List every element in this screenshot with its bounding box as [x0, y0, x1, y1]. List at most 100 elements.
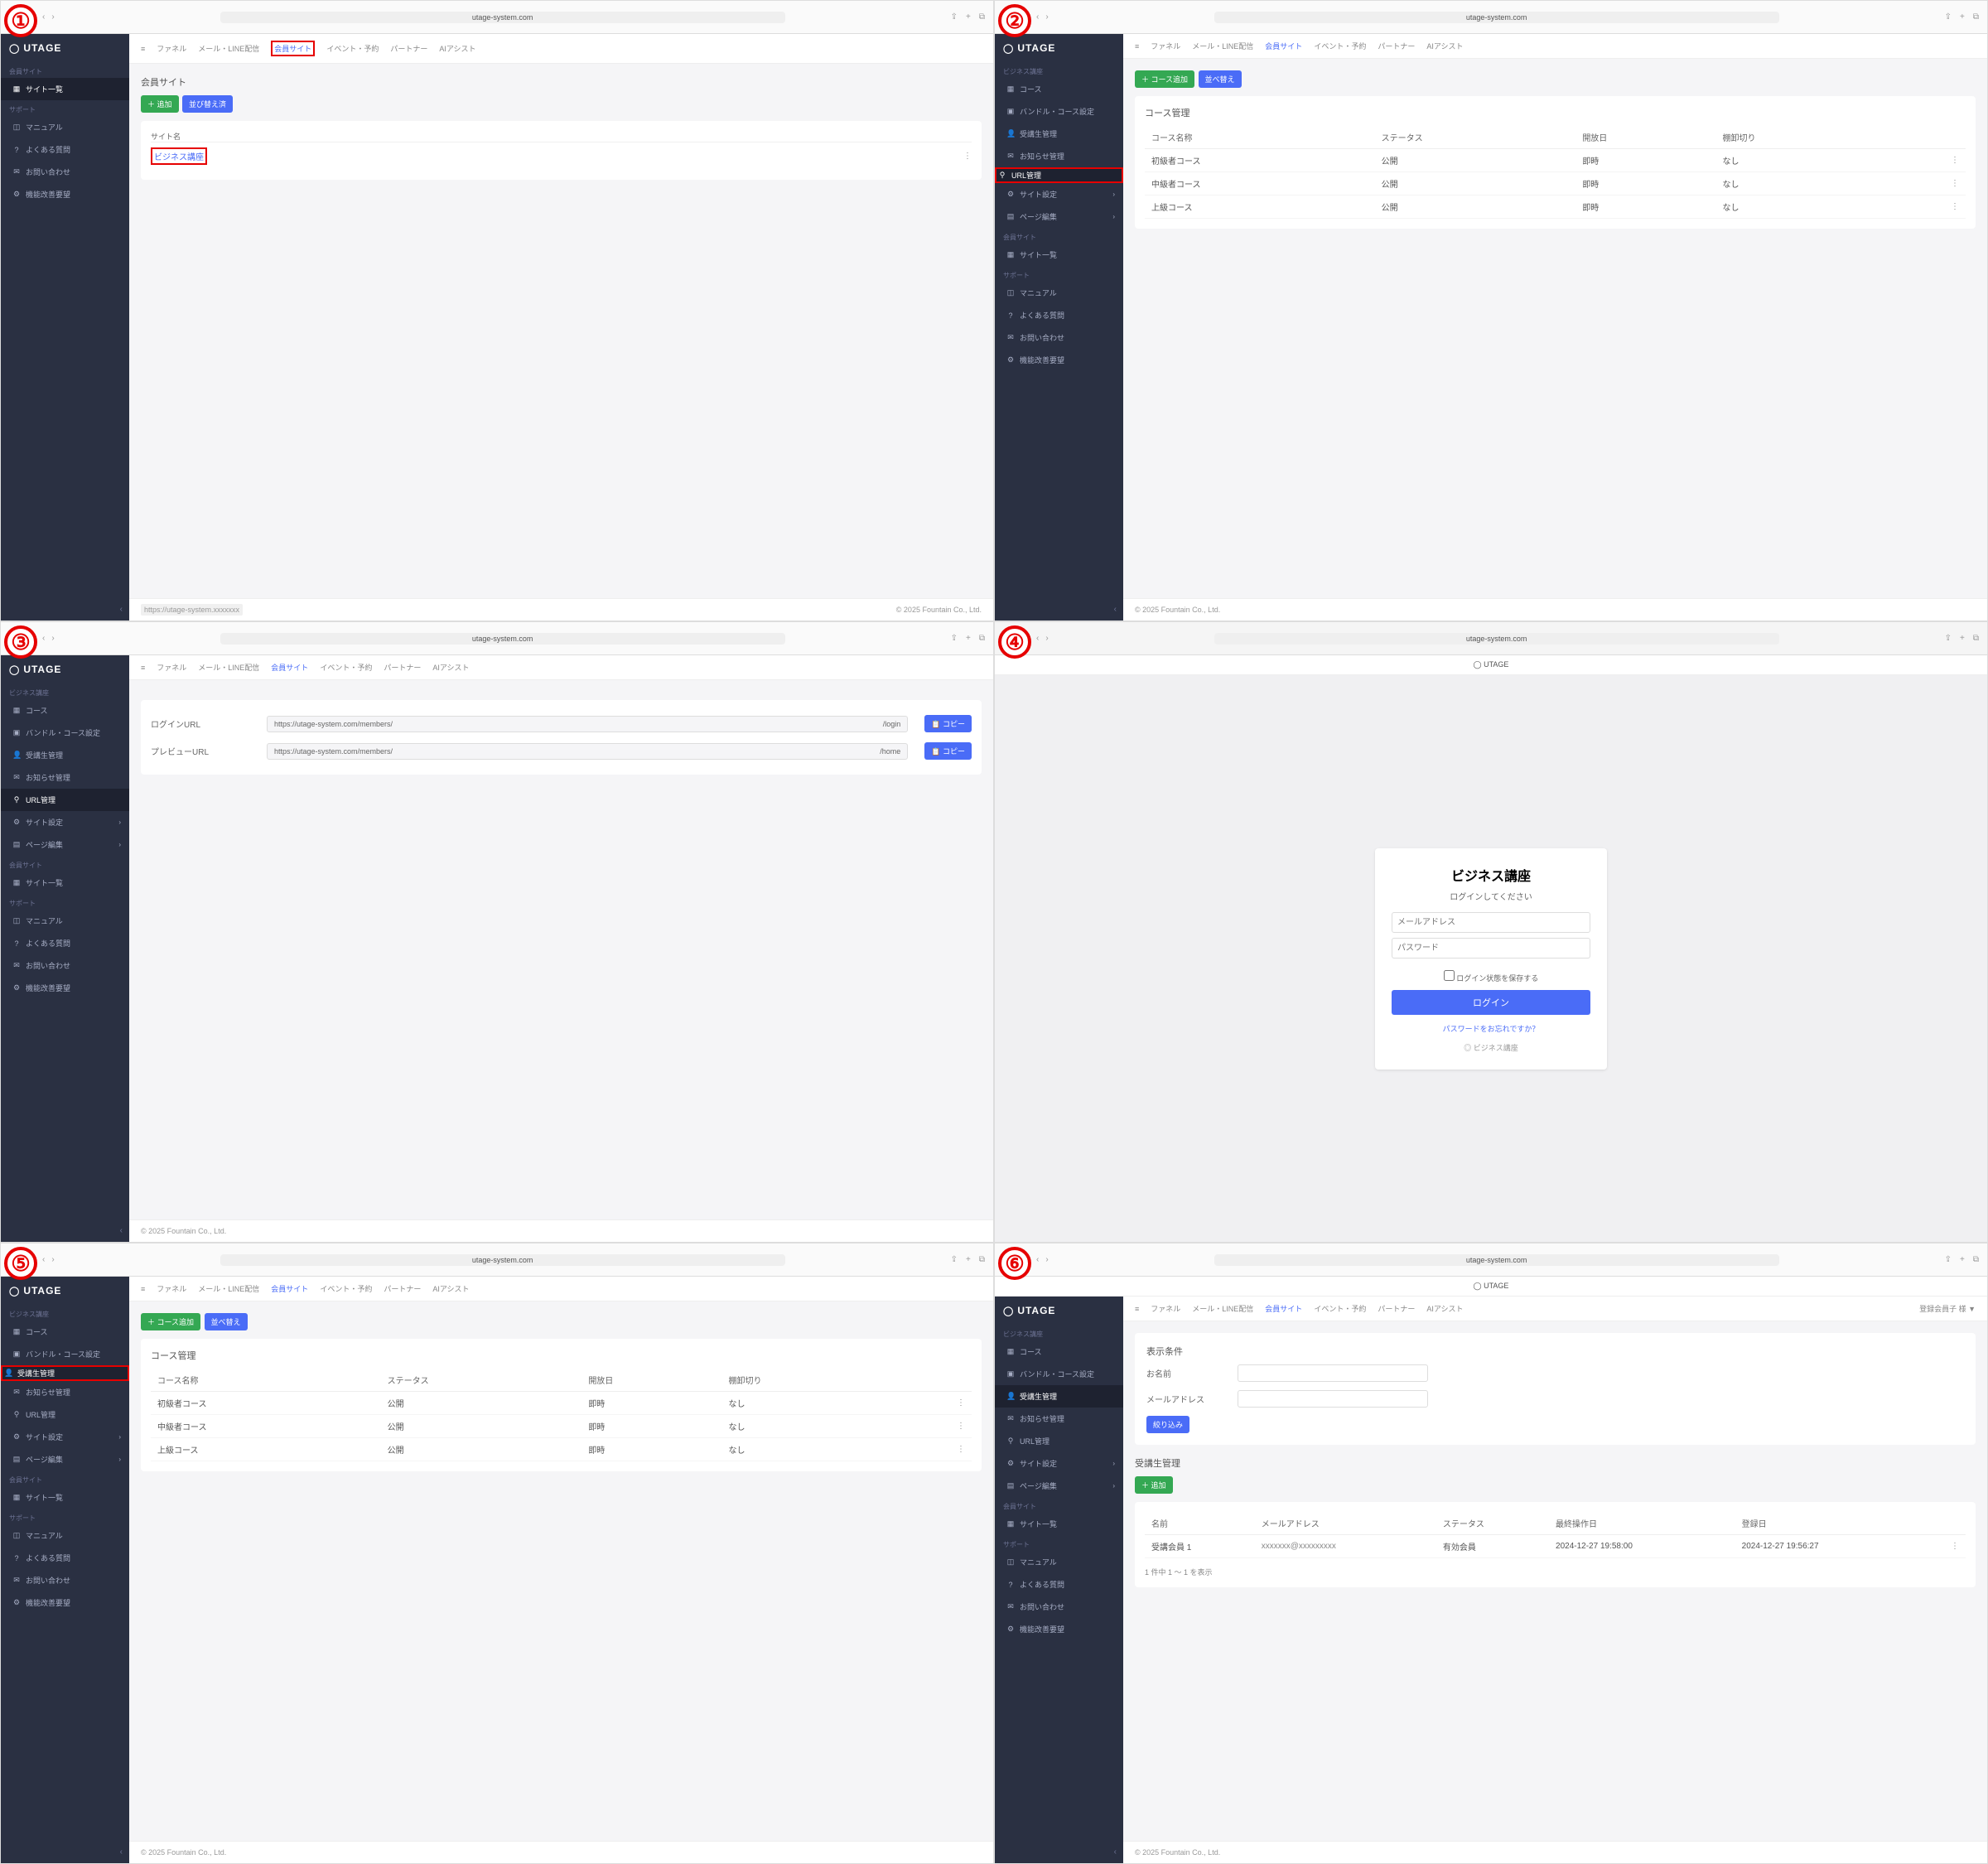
tab-member-site[interactable]: 会員サイト — [1265, 41, 1302, 51]
sidebar-item-feedback[interactable]: ⚙機能改善要望 — [995, 349, 1123, 371]
sidebar-item-site-list[interactable]: ▦サイト一覧 — [995, 1513, 1123, 1535]
table-row[interactable]: 初級者コース公開即時なし⋮ — [1145, 149, 1966, 172]
share-icon[interactable]: ⇪ — [1945, 634, 1952, 643]
tab-event[interactable]: イベント・予約 — [1314, 41, 1366, 51]
hamburger-icon[interactable]: ≡ — [141, 664, 145, 672]
browser-url[interactable]: utage-system.com — [1214, 633, 1779, 645]
sidebar-item-manual[interactable]: ◫マニュアル — [1, 910, 129, 932]
copy-button[interactable]: 📋 コピー — [924, 742, 972, 760]
sidebar-item-feedback[interactable]: ⚙機能改善要望 — [995, 1618, 1123, 1640]
search-button[interactable]: 絞り込み — [1146, 1416, 1189, 1433]
sidebar-item-bundle[interactable]: ▣バンドル・コース設定 — [995, 100, 1123, 123]
sidebar-item-site-settings[interactable]: ⚙サイト設定› — [995, 1452, 1123, 1475]
sidebar-collapse-icon[interactable]: ‹ — [995, 598, 1123, 621]
tab-ai[interactable]: AIアシスト — [432, 662, 469, 673]
preview-url-field[interactable]: https://utage-system.com/members//home — [267, 743, 908, 760]
site-link[interactable]: ビジネス講座 — [151, 147, 207, 165]
new-tab-icon[interactable]: + — [1960, 12, 1965, 22]
table-row[interactable]: 中級者コース公開即時なし⋮ — [151, 1415, 972, 1438]
sidebar-item-course[interactable]: ▦コース — [995, 78, 1123, 100]
tab-partner[interactable]: パートナー — [384, 1283, 421, 1294]
add-button[interactable]: ＋ 追加 — [141, 95, 179, 113]
tab-member-site[interactable]: 会員サイト — [271, 662, 308, 673]
more-icon[interactable]: ⋮ — [1886, 149, 1966, 172]
sidebar-item-site-list[interactable]: ▦サイト一覧 — [1, 872, 129, 894]
more-icon[interactable]: ⋮ — [892, 1415, 972, 1438]
tab-mail[interactable]: メール・LINE配信 — [198, 43, 259, 54]
tabs-icon[interactable]: ⧉ — [1973, 634, 1979, 643]
browser-url[interactable]: utage-system.com — [220, 12, 785, 23]
sidebar-item-contact[interactable]: ✉お問い合わせ — [1, 1569, 129, 1591]
sidebar-item-contact[interactable]: ✉お問い合わせ — [1, 954, 129, 977]
table-row[interactable]: 初級者コース公開即時なし⋮ — [151, 1392, 972, 1415]
tab-funnel[interactable]: ファネル — [1151, 41, 1180, 51]
sidebar-item-contact[interactable]: ✉お問い合わせ — [995, 1596, 1123, 1618]
browser-url[interactable]: utage-system.com — [1214, 1254, 1779, 1266]
sidebar-item-url[interactable]: ⚲URL管理 — [995, 1430, 1123, 1452]
sidebar-item-bundle[interactable]: ▣バンドル・コース設定 — [1, 1343, 129, 1365]
sidebar-item-site-list[interactable]: ▦サイト一覧 — [1, 78, 129, 100]
nav-back-icon[interactable]: ‹ — [42, 12, 45, 22]
sidebar-item-notice[interactable]: ✉お知らせ管理 — [1, 766, 129, 789]
nav-forward-icon[interactable]: › — [1045, 1255, 1048, 1264]
more-icon[interactable]: ⋮ — [963, 152, 972, 161]
tab-partner[interactable]: パートナー — [384, 662, 421, 673]
tabs-icon[interactable]: ⧉ — [1973, 12, 1979, 22]
tabs-icon[interactable]: ⧉ — [979, 12, 985, 22]
nav-forward-icon[interactable]: › — [51, 634, 54, 643]
sidebar-item-manual[interactable]: ◫マニュアル — [995, 282, 1123, 304]
add-button[interactable]: ＋ 追加 — [1135, 1476, 1173, 1494]
table-row[interactable]: 受講会員 1 xxxxxxx@xxxxxxxxx 有効会員 2024-12-27… — [1145, 1535, 1966, 1558]
tab-event[interactable]: イベント・予約 — [320, 1283, 372, 1294]
more-icon[interactable]: ⋮ — [892, 1438, 972, 1461]
sidebar-item-page-edit[interactable]: ▤ページ編集› — [995, 1475, 1123, 1497]
tab-mail[interactable]: メール・LINE配信 — [1192, 41, 1253, 51]
login-url-field[interactable]: https://utage-system.com/members//login — [267, 716, 908, 732]
hamburger-icon[interactable]: ≡ — [141, 1285, 145, 1293]
nav-back-icon[interactable]: ‹ — [1036, 634, 1039, 643]
new-tab-icon[interactable]: + — [966, 1255, 971, 1264]
sidebar-item-notice[interactable]: ✉お知らせ管理 — [1, 1381, 129, 1403]
sort-button[interactable]: 並べ替え — [1199, 70, 1242, 88]
tab-member-site[interactable]: 会員サイト — [271, 1283, 308, 1294]
sidebar-item-page-edit[interactable]: ▤ページ編集› — [1, 1448, 129, 1470]
sidebar-item-bundle[interactable]: ▣バンドル・コース設定 — [1, 722, 129, 744]
share-icon[interactable]: ⇪ — [951, 12, 958, 22]
tab-funnel[interactable]: ファネル — [1151, 1303, 1180, 1314]
table-row[interactable]: 中級者コース公開即時なし⋮ — [1145, 172, 1966, 196]
sidebar-collapse-icon[interactable]: ‹ — [995, 1841, 1123, 1863]
sidebar-item-feedback[interactable]: ⚙機能改善要望 — [1, 1591, 129, 1614]
new-tab-icon[interactable]: + — [1960, 1255, 1965, 1264]
tab-ai[interactable]: AIアシスト — [439, 43, 475, 54]
sidebar-item-site-settings[interactable]: ⚙サイト設定› — [995, 183, 1123, 205]
copy-button[interactable]: 📋 コピー — [924, 715, 972, 732]
sidebar-item-page-edit[interactable]: ▤ページ編集› — [995, 205, 1123, 228]
site-row[interactable]: ビジネス講座 ⋮ — [151, 142, 972, 170]
tab-member-site[interactable]: 会員サイト — [271, 41, 315, 56]
sidebar-item-notice[interactable]: ✉お知らせ管理 — [995, 1408, 1123, 1430]
sidebar-item-students[interactable]: 👤受講生管理 — [1, 1365, 129, 1381]
tab-mail[interactable]: メール・LINE配信 — [198, 662, 259, 673]
more-icon[interactable]: ⋮ — [892, 1392, 972, 1415]
tab-ai[interactable]: AIアシスト — [1426, 1303, 1463, 1314]
more-icon[interactable]: ⋮ — [1886, 172, 1966, 196]
table-row[interactable]: 上級コース公開即時なし⋮ — [1145, 196, 1966, 219]
tab-event[interactable]: イベント・予約 — [320, 662, 372, 673]
browser-url[interactable]: utage-system.com — [220, 633, 785, 645]
sidebar-item-faq[interactable]: ?よくある質問 — [995, 304, 1123, 326]
tab-mail[interactable]: メール・LINE配信 — [1192, 1303, 1253, 1314]
sidebar-item-students[interactable]: 👤受講生管理 — [1, 744, 129, 766]
share-icon[interactable]: ⇪ — [951, 1255, 958, 1264]
sidebar-item-bundle[interactable]: ▣バンドル・コース設定 — [995, 1363, 1123, 1385]
sidebar-item-manual[interactable]: ◫マニュアル — [1, 116, 129, 138]
nav-forward-icon[interactable]: › — [51, 12, 54, 22]
tab-partner[interactable]: パートナー — [1378, 41, 1415, 51]
user-menu[interactable]: 登録会員子 様 ▼ — [1919, 1303, 1976, 1314]
sidebar-collapse-icon[interactable]: ‹ — [1, 1219, 129, 1242]
password-field[interactable] — [1392, 938, 1590, 959]
tabs-icon[interactable]: ⧉ — [1973, 1255, 1979, 1264]
remember-checkbox[interactable]: ログイン状態を保存する — [1392, 970, 1590, 983]
sidebar-item-site-list[interactable]: ▦サイト一覧 — [995, 244, 1123, 266]
sidebar-item-faq[interactable]: ?よくある質問 — [1, 1547, 129, 1569]
tab-event[interactable]: イベント・予約 — [1314, 1303, 1366, 1314]
